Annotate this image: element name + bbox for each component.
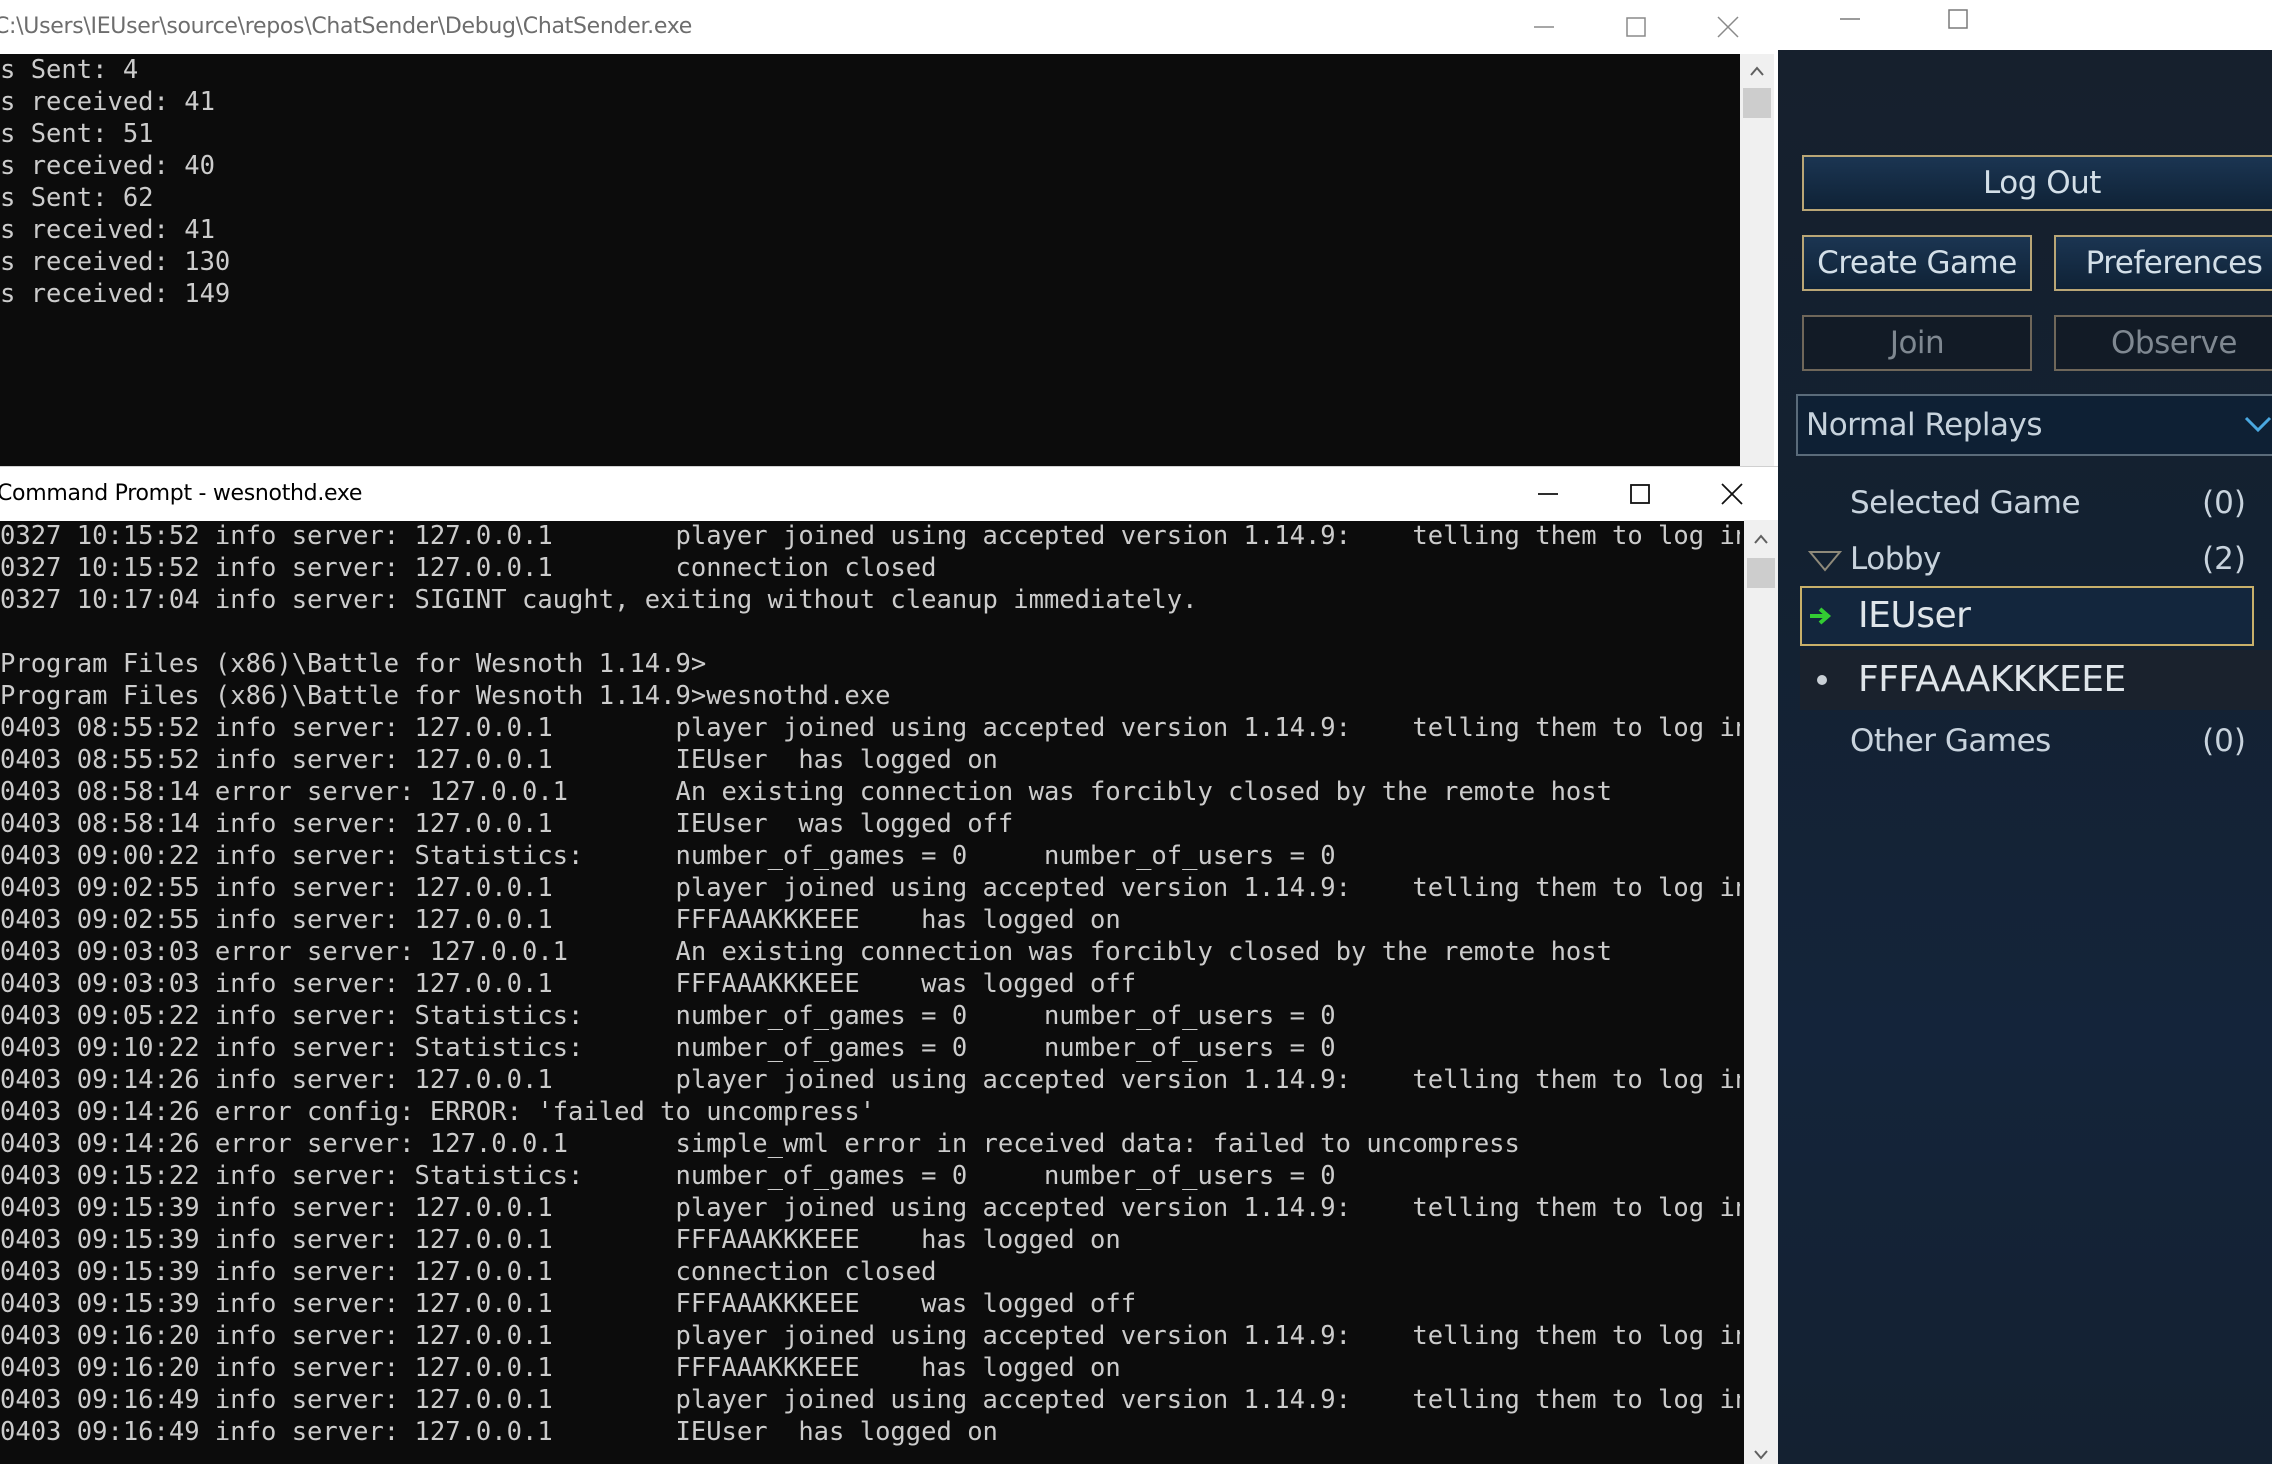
close-icon xyxy=(1717,16,1739,38)
console-line: s received: 41 xyxy=(0,215,215,245)
console-line: 0327 10:15:52 info server: 127.0.0.1 con… xyxy=(0,553,937,583)
other-games-label: Other Games xyxy=(1850,723,2051,759)
console-line: 0403 09:14:26 error config: ERROR: 'fail… xyxy=(0,1097,876,1127)
observe-label: Observe xyxy=(2111,325,2237,361)
close-button[interactable] xyxy=(1682,0,1774,54)
maximize-icon xyxy=(1630,484,1650,504)
console-line: 0403 09:15:22 info server: Statistics: n… xyxy=(0,1161,1336,1191)
console-line: 0403 09:00:22 info server: Statistics: n… xyxy=(0,841,1336,871)
console-line: Program Files (x86)\Battle for Wesnoth 1… xyxy=(0,649,707,679)
preferences-button[interactable]: Preferences xyxy=(2054,235,2272,291)
scroll-up-icon[interactable] xyxy=(1744,524,1778,554)
chatsender-console-output[interactable]: s Sent: 4s received: 41 s Sent: 51 s recei… xyxy=(0,54,1740,466)
minimize-icon xyxy=(1840,18,1860,20)
replay-filter-dropdown[interactable]: Normal Replays xyxy=(1796,394,2272,456)
wesnoth-titlebar[interactable] xyxy=(1778,0,2272,50)
console-line: 0403 08:55:52 info server: 127.0.0.1 pla… xyxy=(0,713,1740,743)
chevron-down-icon xyxy=(2244,416,2272,433)
user-list-item[interactable]: FFFAAAKKKEEE xyxy=(1800,650,2272,710)
console-line: 0403 09:10:22 info server: Statistics: n… xyxy=(0,1033,1336,1063)
command-prompt-window: Command Prompt - wesnothd.exe 0327 10:15… xyxy=(0,466,1780,1464)
create-game-button[interactable]: Create Game xyxy=(1802,235,2032,291)
console-line: 0403 09:03:03 error server: 127.0.0.1 An… xyxy=(0,937,1612,967)
maximize-icon xyxy=(1948,9,1968,29)
chatsender-scrollbar[interactable] xyxy=(1740,54,1774,466)
maximize-button[interactable] xyxy=(1912,0,2004,46)
minimize-icon xyxy=(1534,26,1554,28)
minimize-icon xyxy=(1538,493,1558,495)
command-prompt-title: Command Prompt - wesnothd.exe xyxy=(0,481,363,506)
console-line: Program Files (x86)\Battle for Wesnoth 1… xyxy=(0,681,891,711)
console-line: 0403 09:02:55 info server: 127.0.0.1 FFF… xyxy=(0,905,1121,935)
command-prompt-scrollbar[interactable] xyxy=(1744,520,1778,1464)
lobby-group-count: (2) xyxy=(2202,541,2246,577)
close-icon xyxy=(1721,483,1743,505)
user-name: IEUser xyxy=(1858,595,1971,636)
scroll-down-icon[interactable] xyxy=(1744,1440,1778,1470)
join-label: Join xyxy=(1889,325,1945,361)
other-games-row[interactable]: Other Games (0) xyxy=(1778,716,2272,766)
other-games-count: (0) xyxy=(2202,723,2246,759)
command-prompt-console-output[interactable]: 0327 10:15:52 info server: 127.0.0.1 pla… xyxy=(0,520,1740,1464)
console-line: s Sent: 4 xyxy=(0,55,139,85)
chatsender-window: C:\Users\IEUser\source\repos\ChatSender\… xyxy=(0,0,1774,466)
maximize-button[interactable] xyxy=(1594,467,1686,521)
log-out-label: Log Out xyxy=(1983,165,2101,201)
scroll-up-icon[interactable] xyxy=(1740,56,1774,86)
console-line: s received: 130 xyxy=(0,247,231,277)
console-line: 0403 09:02:55 info server: 127.0.0.1 pla… xyxy=(0,873,1740,903)
minimize-button[interactable] xyxy=(1502,467,1594,521)
lobby-group-label: Lobby xyxy=(1850,541,1941,577)
console-line: 0403 09:05:22 info server: Statistics: n… xyxy=(0,1001,1336,1031)
triangle-down-icon[interactable] xyxy=(1808,550,1842,572)
console-line: 0403 09:16:20 info server: 127.0.0.1 FFF… xyxy=(0,1353,1121,1383)
maximize-icon xyxy=(1626,17,1646,37)
create-game-label: Create Game xyxy=(1817,245,2017,281)
selected-game-label: Selected Game xyxy=(1850,485,2081,521)
close-button[interactable] xyxy=(1686,467,1778,521)
console-line: s received: 40 xyxy=(0,151,215,181)
preferences-label: Preferences xyxy=(2085,245,2263,281)
console-line: 0403 09:15:39 info server: 127.0.0.1 FFF… xyxy=(0,1225,1121,1255)
console-line: s Sent: 51 xyxy=(0,119,154,149)
maximize-button[interactable] xyxy=(1590,0,1682,54)
console-line: s received: 149 xyxy=(0,279,231,309)
console-line: 0403 09:15:39 info server: 127.0.0.1 pla… xyxy=(0,1193,1740,1223)
status-dot-icon xyxy=(1817,675,1827,685)
lobby-group-row[interactable]: Lobby (2) xyxy=(1778,534,2272,584)
console-line: 0403 09:03:03 info server: 127.0.0.1 FFF… xyxy=(0,969,1137,999)
green-arrow-icon xyxy=(1810,607,1832,625)
console-line: 0327 10:15:52 info server: 127.0.0.1 pla… xyxy=(0,521,1740,551)
console-line: s Sent: 62 xyxy=(0,183,154,213)
console-line: 0403 09:16:49 info server: 127.0.0.1 IEU… xyxy=(0,1417,998,1447)
join-button[interactable]: Join xyxy=(1802,315,2032,371)
selected-game-row[interactable]: Selected Game (0) xyxy=(1778,478,2272,528)
console-line: 0327 10:17:04 info server: SIGINT caught… xyxy=(0,585,1198,615)
selected-game-count: (0) xyxy=(2202,485,2246,521)
console-line: s received: 41 xyxy=(0,87,215,117)
console-line: 0403 09:16:49 info server: 127.0.0.1 pla… xyxy=(0,1385,1740,1415)
console-line: 0403 08:58:14 info server: 127.0.0.1 IEU… xyxy=(0,809,1014,839)
scrollbar-thumb[interactable] xyxy=(1743,88,1771,118)
user-list-item[interactable]: IEUser xyxy=(1800,586,2254,646)
console-line: 0403 09:14:26 error server: 127.0.0.1 si… xyxy=(0,1129,1520,1159)
log-out-button[interactable]: Log Out xyxy=(1802,155,2272,211)
console-line: 0403 09:14:26 info server: 127.0.0.1 pla… xyxy=(0,1065,1740,1095)
chatsender-title: C:\Users\IEUser\source\repos\ChatSender\… xyxy=(0,14,692,39)
chatsender-titlebar[interactable]: C:\Users\IEUser\source\repos\ChatSender\… xyxy=(0,0,1774,54)
user-name: FFFAAAKKKEEE xyxy=(1858,659,2126,700)
scrollbar-thumb[interactable] xyxy=(1747,558,1775,588)
observe-button[interactable]: Observe xyxy=(2054,315,2272,371)
console-line: 0403 09:15:39 info server: 127.0.0.1 FFF… xyxy=(0,1289,1137,1319)
console-line: 0403 08:55:52 info server: 127.0.0.1 IEU… xyxy=(0,745,998,775)
wesnoth-lobby-window: Log Out Create Game Preferences Join Obs… xyxy=(1778,0,2272,1464)
replay-filter-value: Normal Replays xyxy=(1806,407,2043,443)
minimize-button[interactable] xyxy=(1804,0,1896,46)
minimize-button[interactable] xyxy=(1498,0,1590,54)
console-line: 0403 09:16:20 info server: 127.0.0.1 pla… xyxy=(0,1321,1740,1351)
console-line: 0403 08:58:14 error server: 127.0.0.1 An… xyxy=(0,777,1612,807)
console-line: 0403 09:15:39 info server: 127.0.0.1 con… xyxy=(0,1257,937,1287)
command-prompt-titlebar[interactable]: Command Prompt - wesnothd.exe xyxy=(0,466,1780,521)
